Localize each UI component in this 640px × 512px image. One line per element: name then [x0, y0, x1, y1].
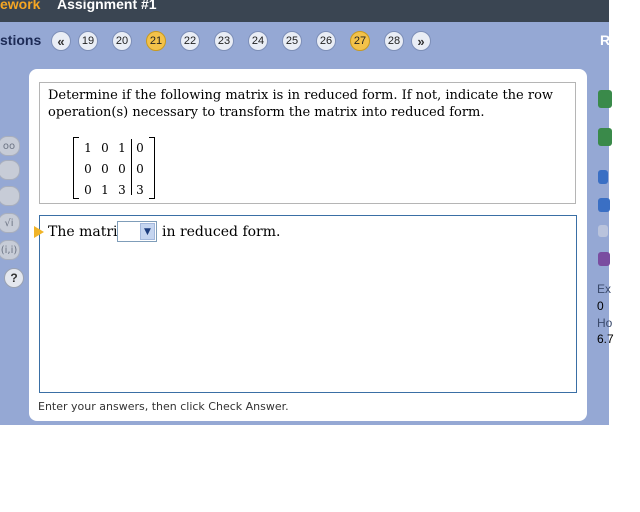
question-text: Determine if the following matrix is in …	[48, 88, 554, 120]
question-24-button[interactable]: 24	[248, 31, 268, 51]
fraction-tool-icon[interactable]	[0, 160, 20, 180]
prev-question-button[interactable]: «	[51, 31, 71, 51]
matrix-right-bracket	[149, 137, 155, 199]
absolute-value-tool-icon[interactable]	[0, 186, 20, 206]
matrix-left-bracket	[73, 137, 79, 199]
ordered-pair-tool-icon[interactable]: (i,i)	[0, 240, 20, 260]
textbook-icon[interactable]	[598, 170, 608, 184]
matrix-cell: 1	[84, 141, 92, 155]
matrix-cell: 0	[84, 162, 92, 176]
help-button[interactable]: ?	[4, 268, 24, 288]
square-root-tool-icon[interactable]: √i	[0, 213, 20, 233]
question-20-button[interactable]: 20	[112, 31, 132, 51]
question-26-button[interactable]: 26	[316, 31, 336, 51]
current-part-arrow-icon	[34, 226, 44, 238]
matrix-cell: 0	[136, 141, 144, 155]
matrix-cell: 1	[118, 141, 126, 155]
matrix-cell: 3	[136, 183, 144, 197]
exercise-score-label: Ex	[597, 282, 612, 296]
question-23-button[interactable]: 23	[214, 31, 234, 51]
chevron-down-icon[interactable]: ▼	[140, 223, 155, 240]
ask-instructor-icon[interactable]	[598, 252, 610, 266]
augmented-matrix: 1 0 1 0 0 0 0 0 0 1 3 3	[73, 137, 155, 199]
next-question-button[interactable]: »	[411, 31, 431, 51]
answer-suffix-text: in reduced form.	[162, 224, 281, 240]
exercise-score-value: 0	[597, 299, 604, 313]
matrix-cell: 0	[101, 162, 109, 176]
homework-title: ework	[0, 0, 41, 12]
top-header-bar: ework Assignment #1	[0, 0, 609, 22]
view-example-icon[interactable]	[598, 128, 612, 146]
homework-score-label: Ho	[597, 316, 613, 330]
answer-prefix-text: The matrix	[48, 224, 126, 240]
question-25-button[interactable]: 25	[282, 31, 302, 51]
augment-separator	[131, 139, 132, 195]
right-header-label: R	[600, 32, 611, 48]
question-21-button[interactable]: 21	[146, 31, 166, 51]
matrix-cell: 1	[101, 183, 109, 197]
question-27-button[interactable]: 27	[350, 31, 370, 51]
matrix-cell: 3	[118, 183, 126, 197]
matrix-cell: 0	[118, 162, 126, 176]
is-is-not-dropdown[interactable]: ▼	[117, 221, 157, 242]
print-icon[interactable]	[598, 198, 610, 212]
assignment-title: Assignment #1	[57, 0, 157, 12]
help-me-solve-icon[interactable]	[598, 90, 612, 108]
question-28-button[interactable]: 28	[384, 31, 404, 51]
matrix-cell: 0	[136, 162, 144, 176]
matrix-cell: 0	[101, 141, 109, 155]
questions-label: stions	[0, 32, 42, 48]
infinity-tool-icon[interactable]: oo	[0, 136, 20, 156]
calculator-icon[interactable]	[598, 225, 608, 237]
question-box: Determine if the following matrix is in …	[39, 82, 576, 204]
homework-score-value: 6.7	[597, 332, 614, 346]
instructions-text: Enter your answers, then click Check Ans…	[38, 400, 289, 413]
question-19-button[interactable]: 19	[78, 31, 98, 51]
question-22-button[interactable]: 22	[180, 31, 200, 51]
matrix-cell: 0	[84, 183, 92, 197]
